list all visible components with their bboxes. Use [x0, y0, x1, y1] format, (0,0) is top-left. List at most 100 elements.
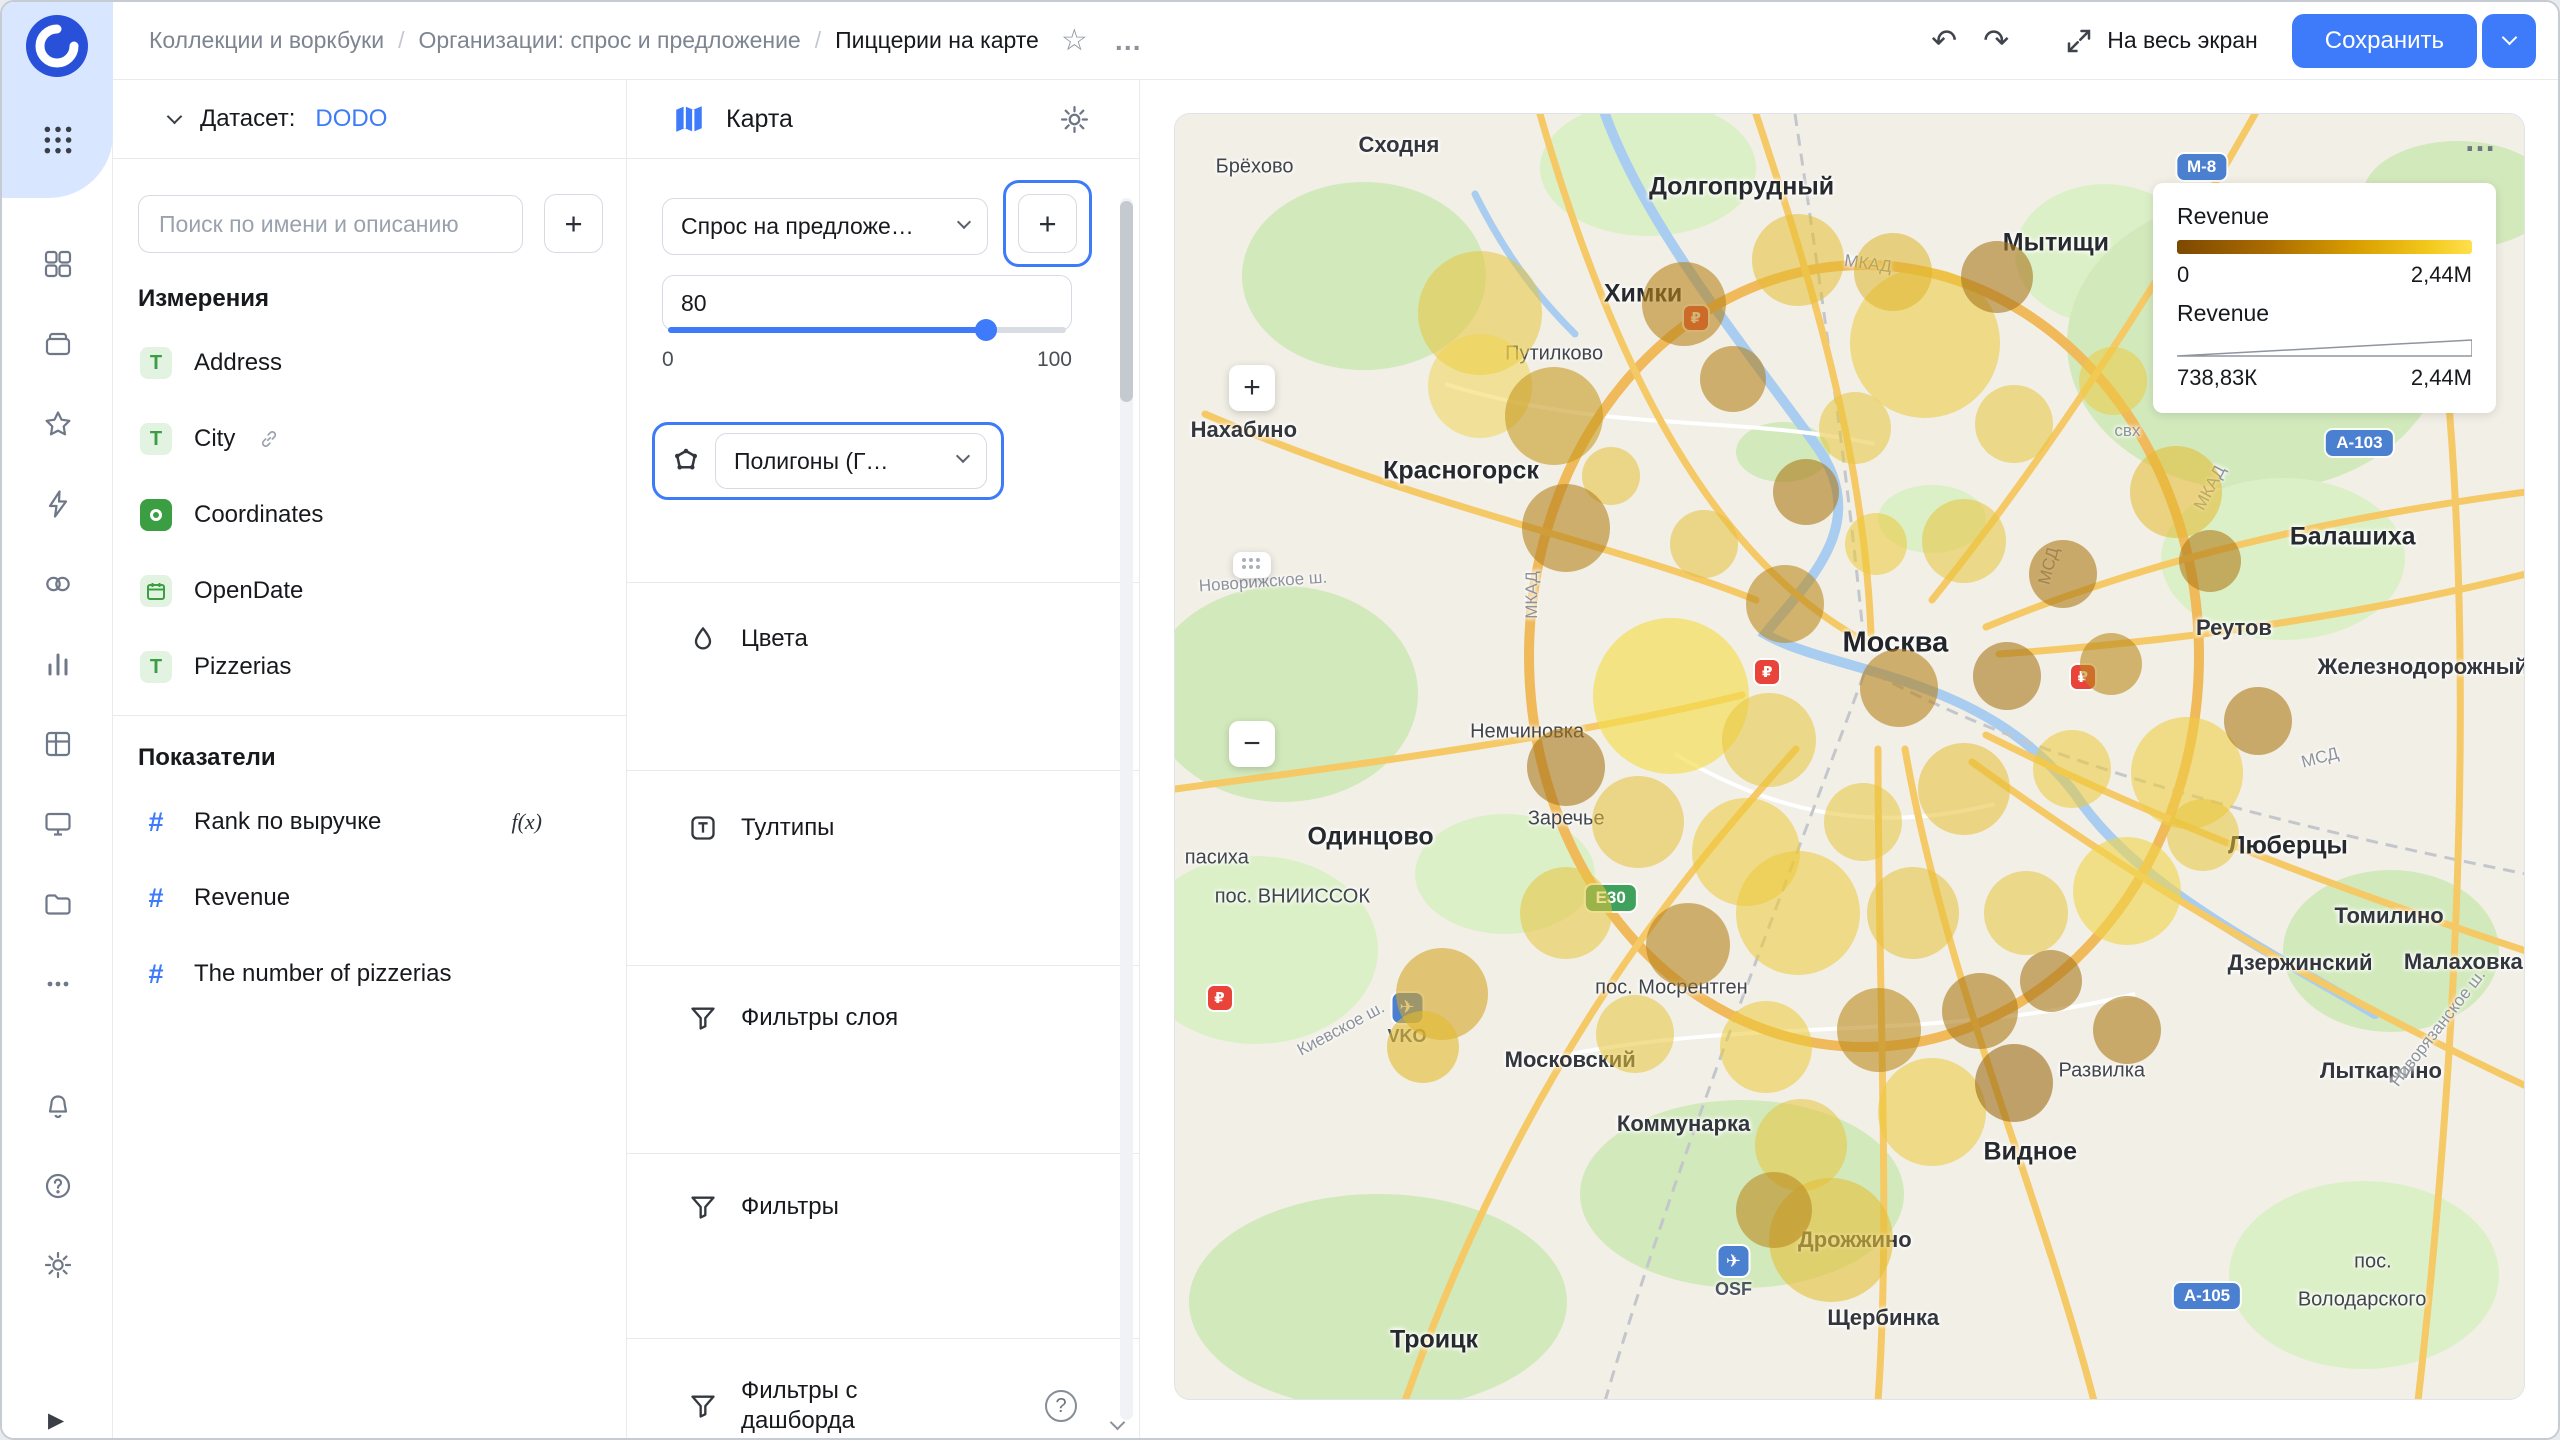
map-bubble[interactable]: [1719, 1000, 1812, 1093]
dimension-item[interactable]: T Address: [113, 325, 626, 401]
map-bubble[interactable]: [1818, 391, 1891, 464]
breadcrumb-item[interactable]: Организации: спрос и предложение: [418, 27, 800, 54]
map-bubble[interactable]: [1721, 692, 1816, 787]
collapse-rail-icon[interactable]: ▶: [48, 1408, 64, 1432]
slider-thumb[interactable]: [975, 319, 998, 341]
measure-item[interactable]: # Rank по выручке f(x): [113, 784, 626, 860]
dimension-item[interactable]: T Pizzerias: [113, 629, 626, 705]
undo-icon[interactable]: ↶: [1918, 23, 1970, 59]
scrollbar-thumb[interactable]: [1120, 201, 1133, 402]
map-bubble[interactable]: [2028, 540, 2097, 609]
apps-grid-icon[interactable]: [41, 123, 75, 162]
map-bubble[interactable]: [2078, 347, 2147, 416]
section-тултипы[interactable]: Тултипы: [689, 814, 834, 842]
layer-select[interactable]: Спрос на предложе…: [662, 198, 988, 255]
settings-gear-icon[interactable]: [40, 1247, 76, 1283]
connections-icon[interactable]: [40, 566, 76, 602]
map-bubble[interactable]: [1845, 513, 1908, 576]
map-bubble[interactable]: [1860, 649, 1939, 728]
map-bubble[interactable]: [2033, 730, 2112, 809]
map-bubble[interactable]: [1669, 510, 1738, 579]
save-menu-button[interactable]: [2482, 13, 2536, 68]
map-bubble[interactable]: [1877, 1058, 1986, 1167]
map-bubble[interactable]: [1641, 262, 1726, 347]
map-bubble[interactable]: [1973, 641, 2042, 710]
map-bubble[interactable]: [1527, 727, 1606, 806]
storage-folder-icon[interactable]: [40, 886, 76, 922]
opacity-slider[interactable]: [668, 319, 1066, 341]
map-bubble[interactable]: [1853, 233, 1932, 312]
map-bubble[interactable]: [2093, 996, 2162, 1065]
map-bubble[interactable]: [1735, 1172, 1812, 1249]
widgets-icon[interactable]: [40, 246, 76, 282]
zoom-drag-handle[interactable]: [1233, 552, 1271, 578]
map-bubble[interactable]: [1591, 776, 1684, 869]
map-bubble[interactable]: [1505, 366, 1604, 465]
redo-icon[interactable]: ↷: [1970, 23, 2022, 59]
map-bubble[interactable]: [2019, 950, 2082, 1013]
map-bubble[interactable]: [1745, 564, 1824, 643]
map-bubble[interactable]: [1960, 241, 2033, 314]
map-bubble[interactable]: [2129, 445, 2222, 538]
zoom-out-button[interactable]: −: [1229, 721, 1275, 767]
datalens-logo-icon[interactable]: [26, 15, 88, 82]
map-bubble[interactable]: [1942, 972, 2019, 1049]
collections-icon[interactable]: [40, 326, 76, 362]
map-bubble[interactable]: [1837, 988, 1922, 1073]
dimension-item[interactable]: T City: [113, 401, 626, 477]
geotype-select[interactable]: Полигоны (Г…: [715, 433, 987, 489]
map-bubble[interactable]: [1596, 995, 1674, 1074]
section-фильтры-слоя[interactable]: Фильтры слоя: [689, 1004, 898, 1032]
map-bubble[interactable]: [1975, 1043, 2054, 1122]
entry-more-icon[interactable]: …: [1114, 25, 1144, 57]
measure-item[interactable]: # The number of pizzerias: [113, 936, 626, 1012]
section-цвета[interactable]: Цвета: [689, 625, 808, 653]
dimension-item[interactable]: Coordinates: [113, 477, 626, 553]
help-icon[interactable]: [40, 1168, 76, 1204]
field-search-input[interactable]: [138, 195, 523, 253]
save-button[interactable]: Сохранить: [2291, 13, 2477, 68]
map-bubble[interactable]: [1922, 498, 2007, 583]
map-bubble[interactable]: [2178, 530, 2241, 593]
datasets-table-icon[interactable]: [40, 726, 76, 762]
notifications-bell-icon[interactable]: [40, 1089, 76, 1125]
map-bubble[interactable]: [1736, 851, 1861, 976]
section-фильтры-с-дашборда[interactable]: Фильтры с дашборда: [689, 1376, 911, 1436]
measure-item[interactable]: # Revenue: [113, 860, 626, 936]
map-bubble[interactable]: [1520, 867, 1613, 960]
chevron-down-icon[interactable]: [166, 108, 183, 124]
map-bubble[interactable]: [1866, 867, 1959, 960]
breadcrumb-item[interactable]: Коллекции и воркбуки: [149, 27, 384, 54]
map-bubble[interactable]: [1984, 871, 2069, 956]
map-bubble[interactable]: [1522, 483, 1611, 572]
zoom-in-button[interactable]: +: [1229, 365, 1275, 411]
charts-icon[interactable]: [40, 646, 76, 682]
map-canvas[interactable]: СходняДолгопрудныйБрёховоМытищиХимкиПути…: [1174, 113, 2525, 1400]
map-bubble[interactable]: [1387, 1010, 1460, 1083]
favorite-star-icon[interactable]: ☆: [1061, 23, 1088, 58]
layer-opacity-input[interactable]: 80: [662, 275, 1072, 331]
map-bubble[interactable]: [1975, 384, 2054, 463]
more-icon[interactable]: [40, 966, 76, 1002]
editor-bolt-icon[interactable]: [40, 486, 76, 522]
map-bubble[interactable]: [1773, 458, 1840, 525]
add-layer-button[interactable]: +: [1018, 194, 1077, 253]
map-bubble[interactable]: [2166, 798, 2239, 871]
dashboard-filters-help-icon[interactable]: ?: [1045, 1390, 1077, 1422]
section-фильтры[interactable]: Фильтры: [689, 1193, 839, 1221]
add-field-button[interactable]: +: [544, 194, 603, 253]
fullscreen-button[interactable]: На весь экран: [2064, 26, 2258, 56]
monitoring-icon[interactable]: [40, 806, 76, 842]
map-bubble[interactable]: [2224, 686, 2293, 755]
favorites-star-icon[interactable]: [40, 406, 76, 442]
chart-settings-gear-icon[interactable]: [1058, 103, 1091, 141]
map-bubble[interactable]: [1823, 783, 1902, 862]
dimension-item[interactable]: OpenDate: [113, 553, 626, 629]
map-bubble[interactable]: [1645, 903, 1730, 988]
breadcrumb-item[interactable]: Пиццерии на карте: [835, 27, 1039, 54]
map-bubble[interactable]: [2080, 632, 2143, 695]
map-bubble[interactable]: [1700, 345, 1767, 412]
dataset-name-link[interactable]: DODO: [315, 105, 387, 133]
map-more-icon[interactable]: …: [2464, 122, 2498, 159]
map-bubble[interactable]: [2073, 837, 2182, 946]
